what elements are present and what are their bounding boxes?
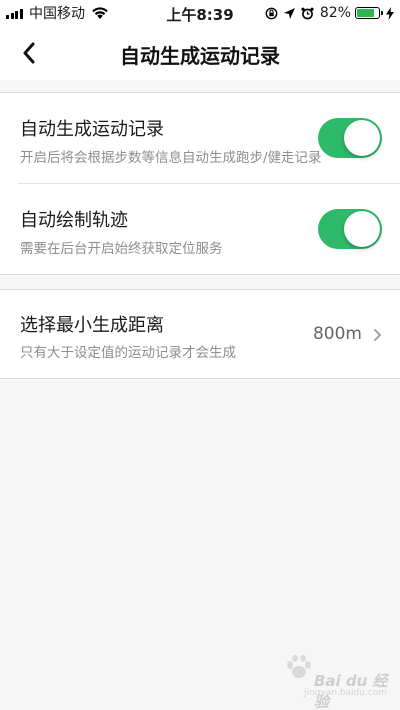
toggle-knob [344, 120, 380, 156]
chevron-right-icon [374, 329, 381, 341]
status-bar: 中国移动 上午8:39 82% [0, 0, 400, 26]
settings-group-tracking: 自动生成运动记录 开启后将会根据步数等信息自动生成跑步/健走记录 自动绘制轨迹 … [0, 92, 400, 275]
watermark-url: jingyan.baidu.com [304, 688, 388, 698]
toggle-knob [344, 211, 380, 247]
min-distance-subtitle: 只有大于设定值的运动记录才会生成 [20, 345, 236, 361]
orientation-lock-icon [265, 7, 278, 19]
auto-track-subtitle: 需要在后台开启始终获取定位服务 [20, 241, 223, 257]
auto-track-row: 自动绘制轨迹 需要在后台开启始终获取定位服务 [0, 184, 400, 274]
location-icon [283, 7, 295, 19]
auto-record-row: 自动生成运动记录 开启后将会根据步数等信息自动生成跑步/健走记录 [0, 93, 400, 183]
min-distance-title: 选择最小生成距离 [20, 315, 164, 336]
battery-icon [355, 7, 383, 19]
battery-fill [357, 9, 375, 17]
watermark: Bai du 经验 jingyan.baidu.com [284, 650, 394, 710]
charging-bolt-icon [386, 6, 394, 20]
paw-logo-icon [287, 654, 311, 678]
alarm-icon [301, 7, 314, 19]
settings-group-distance: 选择最小生成距离 只有大于设定值的运动记录才会生成 800m [0, 289, 400, 379]
auto-record-subtitle: 开启后将会根据步数等信息自动生成跑步/健走记录 [20, 150, 322, 166]
auto-record-toggle[interactable] [318, 118, 382, 158]
min-distance-value: 800m [312, 324, 362, 344]
auto-record-title: 自动生成运动记录 [20, 119, 164, 140]
nav-bar: 自动生成运动记录 [0, 26, 400, 80]
page-title: 自动生成运动记录 [120, 44, 280, 68]
auto-track-toggle[interactable] [318, 209, 382, 249]
status-right: 82% [260, 0, 394, 26]
auto-track-title: 自动绘制轨迹 [20, 210, 128, 231]
min-distance-row[interactable]: 选择最小生成距离 只有大于设定值的运动记录才会生成 800m [0, 290, 400, 378]
battery-percent: 82% [319, 5, 351, 21]
